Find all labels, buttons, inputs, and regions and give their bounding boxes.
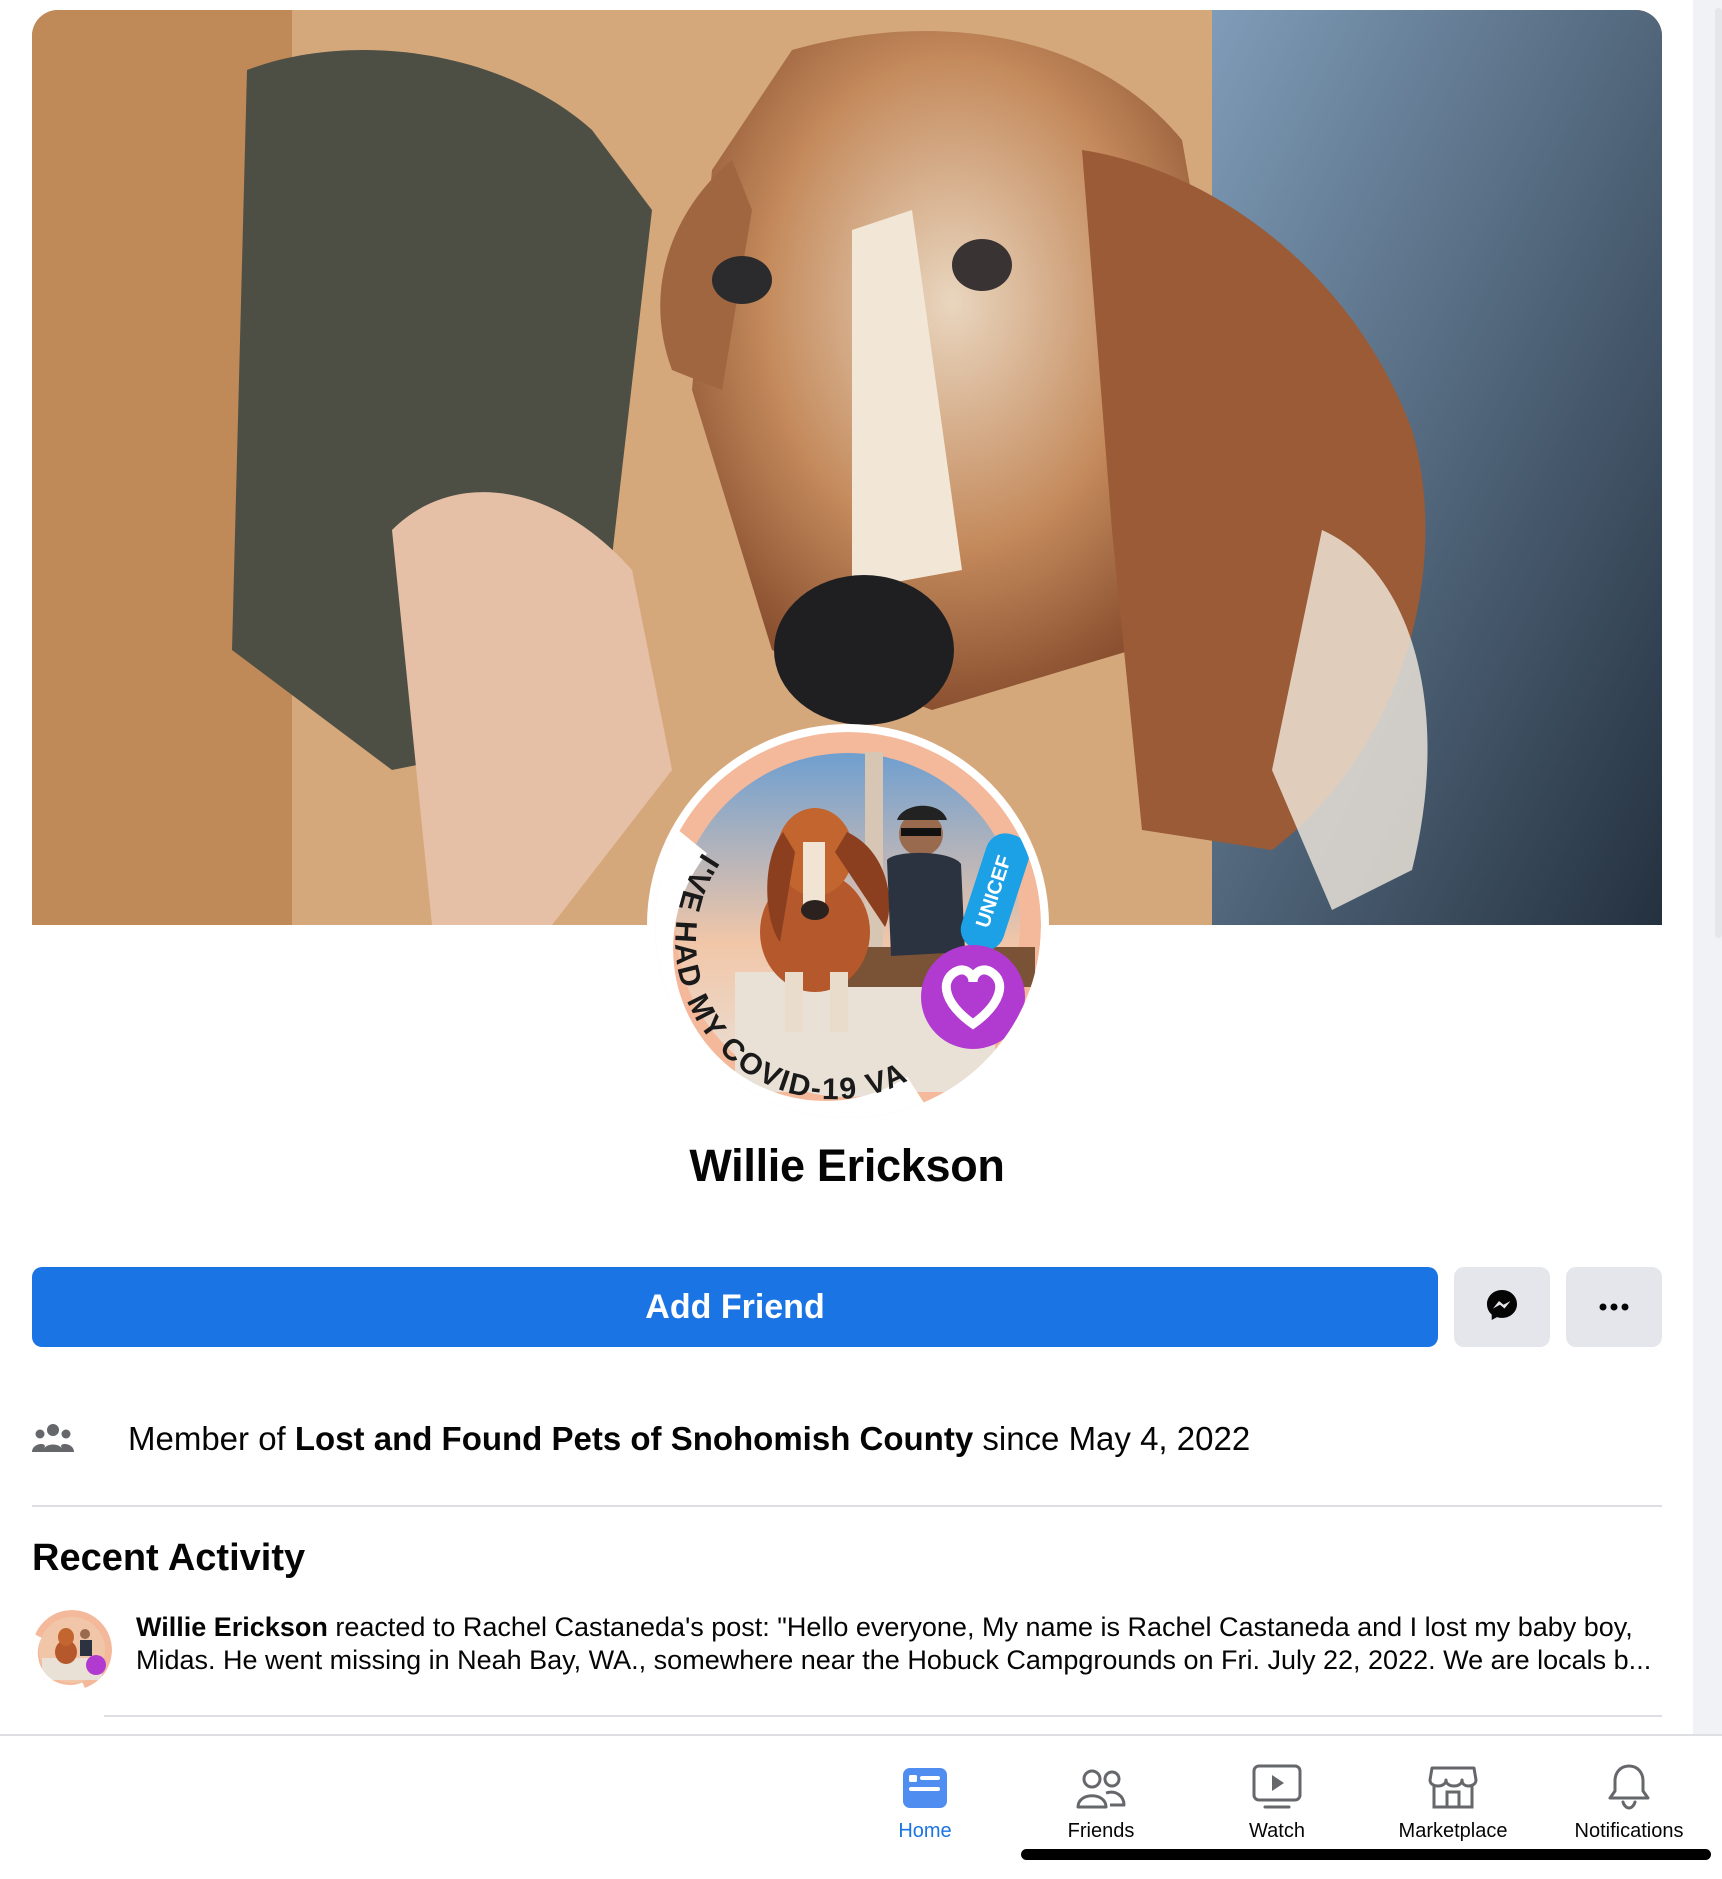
group-name-link[interactable]: Lost and Found Pets of Snohomish County: [295, 1420, 973, 1457]
group-membership-row: Member of Lost and Found Pets of Snohomi…: [32, 1414, 1662, 1464]
scrollbar-thumb[interactable]: [1715, 8, 1722, 938]
tab-home[interactable]: Home: [837, 1752, 1013, 1852]
bell-icon: [1606, 1752, 1652, 1810]
friends-icon: [1076, 1752, 1126, 1810]
activity-divider: [104, 1715, 1662, 1717]
membership-text: Member of Lost and Found Pets of Snohomi…: [128, 1420, 1250, 1458]
membership-prefix: Member of: [128, 1420, 286, 1457]
more-dots-icon: [1599, 1298, 1629, 1316]
activity-item[interactable]: Willie Erickson reacted to Rachel Castan…: [136, 1611, 1661, 1677]
group-icon: [32, 1424, 96, 1454]
watch-icon: [1252, 1752, 1302, 1810]
tab-watch-label: Watch: [1249, 1820, 1305, 1842]
tab-notifications[interactable]: Notifications: [1541, 1752, 1717, 1852]
messenger-icon: [1484, 1287, 1520, 1328]
marketplace-icon: [1428, 1752, 1478, 1810]
recent-activity-title: Recent Activity: [32, 1537, 306, 1579]
profile-picture[interactable]: UNICEF I'VE HAD MY COVID-19 VACCINE: [655, 732, 1041, 1118]
add-friend-button[interactable]: Add Friend: [32, 1267, 1438, 1347]
tab-marketplace[interactable]: Marketplace: [1365, 1752, 1541, 1852]
more-options-button[interactable]: [1566, 1267, 1662, 1347]
tab-friends[interactable]: Friends: [1013, 1752, 1189, 1852]
membership-since: since May 4, 2022: [982, 1420, 1251, 1457]
messenger-button[interactable]: [1454, 1267, 1550, 1347]
activity-avatar[interactable]: [32, 1610, 112, 1690]
activity-description: reacted to Rachel Castaneda's post: "Hel…: [136, 1612, 1652, 1675]
profile-name: Willie Erickson: [689, 1140, 1005, 1191]
activity-actor[interactable]: Willie Erickson: [136, 1612, 328, 1642]
tab-friends-label: Friends: [1067, 1820, 1135, 1842]
tab-notifications-label: Notifications: [1574, 1820, 1684, 1842]
tab-marketplace-label: Marketplace: [1398, 1820, 1508, 1842]
section-divider: [32, 1505, 1662, 1507]
tab-watch[interactable]: Watch: [1189, 1752, 1365, 1852]
home-feed-icon: [902, 1752, 948, 1810]
home-indicator[interactable]: [1021, 1849, 1711, 1860]
tab-home-label: Home: [898, 1820, 952, 1842]
